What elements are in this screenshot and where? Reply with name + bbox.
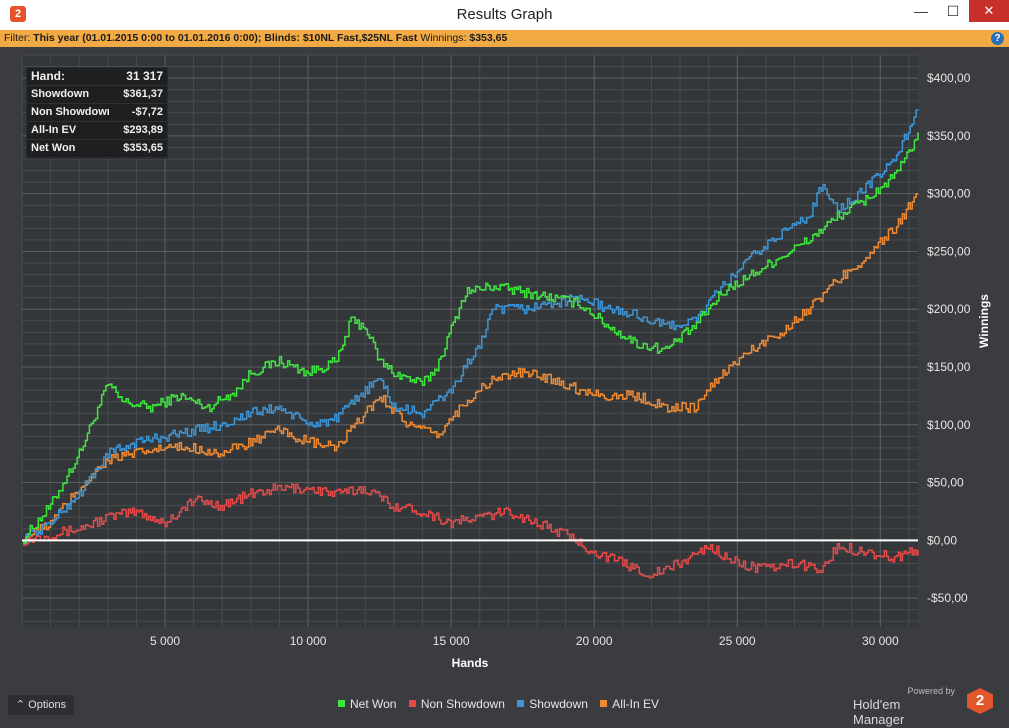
close-button[interactable]: ✕	[969, 0, 1009, 22]
legend-swatch	[517, 700, 525, 707]
legend-swatch	[408, 700, 416, 707]
x-tick-label: 30 000	[862, 634, 899, 648]
powered-by-text: Powered by	[907, 686, 955, 696]
stats-label: Non Showdown	[31, 106, 109, 118]
stats-row-showdown: Showdown $361,37	[27, 86, 167, 104]
y-tick-label: $150,00	[927, 360, 971, 374]
title-bar: 2 Results Graph — ☐ ✕	[0, 0, 1009, 30]
y-tick-label: $400,00	[927, 71, 971, 85]
stats-value: 31 317	[126, 69, 163, 83]
y-tick-label: $200,00	[927, 302, 971, 316]
y-tick-label: $300,00	[927, 187, 971, 201]
stats-value: $361,37	[123, 88, 163, 100]
legend-label: Showdown	[529, 697, 588, 711]
y-tick-label: -$50,00	[927, 591, 968, 605]
x-tick-label: 25 000	[719, 634, 756, 648]
stats-box: Hand: 31 317 Showdown $361,37 Non Showdo…	[26, 67, 168, 159]
legend-item-net-won[interactable]: Net Won	[338, 697, 396, 711]
x-tick-label: 5 000	[150, 634, 180, 648]
legend-label: All-In EV	[612, 697, 659, 711]
stats-value: $353,65	[123, 142, 163, 154]
y-tick-label: $100,00	[927, 418, 971, 432]
x-axis-title: Hands	[452, 656, 489, 670]
filter-bar: Filter: This year (01.01.2015 0:00 to 01…	[0, 30, 1009, 47]
legend-item-non-showdown[interactable]: Non Showdown	[408, 697, 505, 711]
stats-label: Net Won	[31, 142, 76, 154]
stats-value: $293,89	[123, 124, 163, 136]
chart-legend: Net Won Non Showdown Showdown All-In EV	[338, 697, 668, 713]
legend-item-showdown[interactable]: Showdown	[517, 697, 588, 711]
y-tick-label: $350,00	[927, 129, 971, 143]
hm2-logo-icon: 2	[967, 688, 993, 714]
y-tick-label: $250,00	[927, 244, 971, 258]
y-tick-label: $50,00	[927, 476, 964, 490]
stats-row-hands: Hand: 31 317	[27, 68, 167, 86]
x-tick-label: 10 000	[290, 634, 327, 648]
y-tick-label: $0,00	[927, 533, 957, 547]
window-title: Results Graph	[456, 6, 553, 23]
stats-value: -$7,72	[131, 106, 163, 118]
filter-value: This year (01.01.2015 0:00 to 01.01.2016…	[33, 32, 418, 44]
options-label: Options	[28, 699, 67, 711]
legend-item-allin-ev[interactable]: All-In EV	[600, 697, 659, 711]
minimize-button[interactable]: —	[905, 0, 937, 22]
filter-label: Filter:	[4, 32, 31, 44]
x-tick-label: 15 000	[433, 634, 470, 648]
chevron-up-icon: ⌃	[15, 699, 26, 711]
brand: Powered by Hold'em Manager 2	[853, 686, 993, 727]
y-axis-title: Winnings	[977, 294, 991, 348]
filter-winnings-value: $353,65	[469, 32, 508, 44]
stats-row-non-showdown: Non Showdown -$7,72	[27, 104, 167, 122]
maximize-button[interactable]: ☐	[937, 0, 969, 22]
x-tick-label: 20 000	[576, 634, 613, 648]
help-icon[interactable]: ?	[991, 32, 1004, 45]
brand-name: Hold'em Manager	[853, 697, 905, 727]
stats-label: All-In EV	[31, 124, 77, 136]
stats-label: Hand:	[31, 69, 65, 83]
graph-frame: 5 000 10 000 15 000 20 000 25 000 30 000 -$50,…	[0, 47, 1009, 728]
stats-row-allin-ev: All-In EV $293,89	[27, 122, 167, 140]
filter-winnings-label: Winnings:	[420, 32, 467, 44]
legend-label: Non Showdown	[420, 697, 505, 711]
legend-swatch	[600, 700, 608, 707]
options-button[interactable]: ⌃ Options	[8, 695, 74, 715]
legend-swatch	[338, 700, 345, 707]
stats-label: Showdown	[31, 88, 90, 100]
stats-row-net-won: Net Won $353,65	[27, 140, 167, 158]
legend-label: Net Won	[350, 697, 397, 711]
